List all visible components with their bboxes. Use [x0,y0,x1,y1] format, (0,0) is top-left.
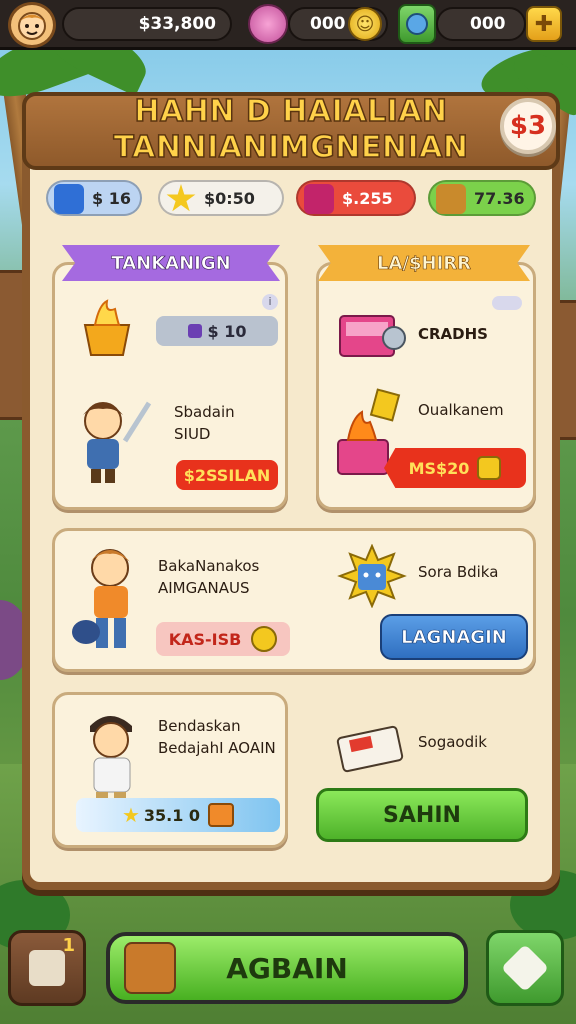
boy-face-icon [18,12,46,40]
sun-box-icon[interactable] [336,544,408,608]
resource-value-2: $0:50 [204,188,255,208]
energy-icon [398,4,436,44]
ribbon-lahirr: LA/$HIRR [318,245,530,281]
blue-gem-icon [54,184,84,214]
top-resource-bar: $33,800 000 ☺ 000 ✚ [0,0,576,50]
player-avatar[interactable] [8,2,56,48]
price-bar-fire-chest[interactable]: MS$20 [384,448,526,488]
price-fire-chest: MS$20 [408,458,470,478]
bottom-action-bar: 1 AGBAIN [0,920,576,1024]
energy-value: 000 [470,14,506,34]
lagnagin-button[interactable]: LAGNAGIN [380,614,528,660]
inventory-badge: 1 [62,935,75,956]
price-traveler: KAS-ISB [168,629,242,649]
toolbox-name: CRADHS [418,325,488,343]
hero-name-line1: Sbadain [174,403,235,421]
bag-icon [29,950,65,986]
ribbon-tankanign: TANKANIGN [62,245,280,281]
purple-gem-icon [187,324,202,338]
price-bar-traveler[interactable]: KAS-ISB [156,622,290,656]
title-board: HAHN D HAIALIAN TANNIANIMGNENIAN [22,92,560,170]
red-box-icon [304,184,334,214]
sahin-button-label: SAHIN [383,802,461,828]
orange-crate-icon [208,803,235,827]
agbain-button[interactable]: AGBAIN [106,932,468,1004]
gold-ticket-icon [477,456,502,480]
plus-icon: ✚ [534,11,554,37]
villager-name-line1: Bendaskan [158,717,241,735]
energy-counter: 000 [436,7,526,41]
info-icon[interactable]: i [262,294,278,310]
resource-chip-1: $ 16 [46,180,142,216]
agbain-button-label: AGBAIN [226,951,348,985]
price-bar-villager[interactable]: ★ 35.1 0 [76,798,280,832]
traveler-name-line2: AIMGANAUS [158,579,250,597]
pack-name: Sogaodik [418,733,487,751]
hero-traveler-icon[interactable] [70,540,148,658]
dice-icon [500,943,550,993]
price-flame-crate: $ 10 [207,321,247,341]
price-bar-flame-crate[interactable]: $ 10 [156,316,278,346]
resource-chip-4: 77.36 [428,180,536,216]
lagnagin-button-label: LAGNAGIN [401,626,507,648]
hero-name-line2: SIUD [174,425,211,443]
resource-value-3: $.255 [342,188,393,208]
panel-title-line1: HAHN D HAIALIAN [134,93,448,130]
coins-counter: $33,800 [62,7,232,41]
star-icon [166,184,196,212]
coins-value: $33,800 [138,14,216,34]
ticket-pack-icon[interactable] [334,718,408,776]
sahin-button[interactable]: SAHIN [316,788,528,842]
traveler-name-line1: BakaNanakos [158,557,260,575]
resource-chip-3: $.255 [296,180,416,216]
toolbox-icon[interactable] [336,304,408,362]
gem-icon [248,4,288,44]
close-button-label: $3 [509,111,547,141]
close-button[interactable]: $3 [500,98,556,154]
flame-crate-icon[interactable] [74,298,140,360]
star-icon: ★ [121,803,140,827]
dice-button[interactable] [486,930,564,1006]
price-bar-hero[interactable]: $2SSILAN [176,460,278,490]
bonus-name: Sora Bdika [418,563,499,581]
gems-value: 000 [310,14,346,34]
info-badge-icon[interactable] [492,296,522,310]
resource-chip-2: $0:50 [158,180,284,216]
add-energy-button[interactable]: ✚ [526,6,562,42]
basket-icon [124,942,176,994]
gold-coin-icon [251,626,278,652]
resource-value-1: $ 16 [92,188,131,208]
fire-chest-name: Oualkanem [418,401,504,419]
resource-value-4: 77.36 [474,188,525,208]
wood-crate-icon [436,184,466,214]
price-villager: 35.1 0 [143,805,201,825]
inventory-button[interactable]: 1 [8,930,86,1006]
price-hero: $2SSILAN [183,465,271,485]
gold-coin-icon: ☺ [348,7,382,41]
hero-swordsman-icon[interactable] [68,392,156,488]
panel-title-line2: TANNIANIMGNENIAN [113,129,469,166]
villager-name-line2: BedajahI AOAIN [158,739,276,757]
